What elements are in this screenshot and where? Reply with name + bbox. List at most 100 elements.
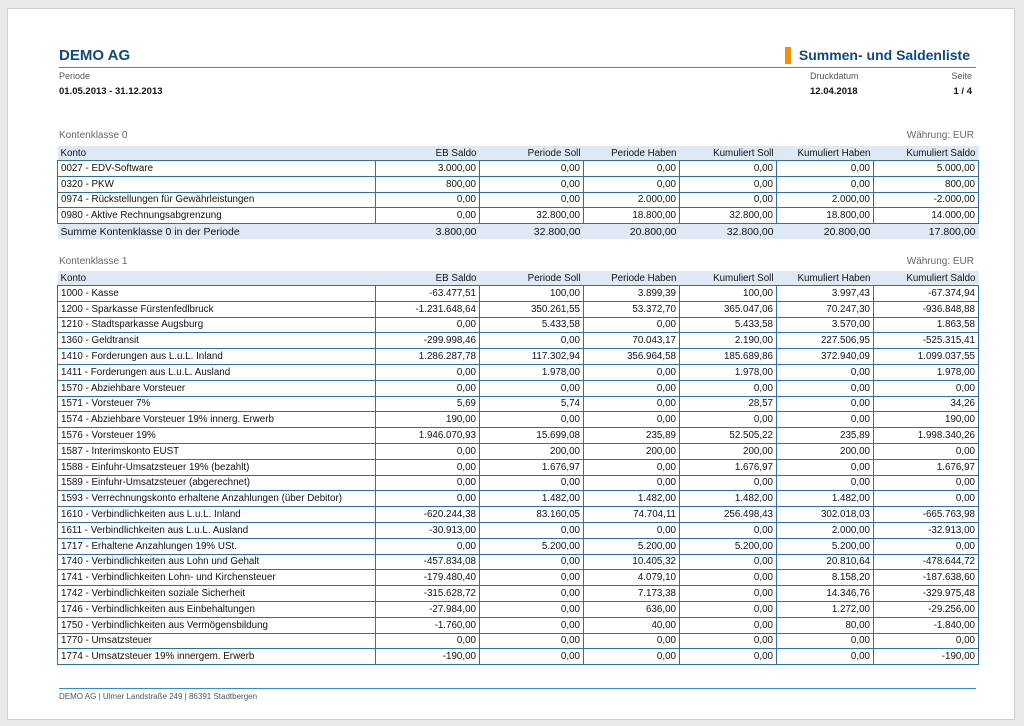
amount-cell: 0,00 — [479, 632, 584, 650]
amount-cell: 0,00 — [479, 332, 584, 350]
column-header: Periode Soll — [479, 146, 584, 161]
amount-cell: 1.482,00 — [776, 490, 874, 508]
amount-cell: 0,00 — [583, 474, 680, 492]
amount-cell: 200,00 — [679, 442, 777, 460]
amount-cell: 0,00 — [679, 474, 777, 492]
amount-cell: 190,00 — [375, 411, 480, 429]
amount-cell: 8.158,20 — [776, 569, 874, 587]
amount-cell: 0,00 — [776, 363, 874, 381]
account-name-cell: 1593 - Verrechnungskonto erhaltene Anzah… — [57, 490, 376, 508]
amount-cell: 0,00 — [479, 569, 584, 587]
amount-cell: 0,00 — [375, 490, 480, 508]
amount-cell: 235,89 — [583, 427, 680, 444]
amount-cell: -329.975,48 — [873, 585, 979, 602]
amount-cell: 70.247,30 — [776, 300, 874, 318]
amount-cell: 350.261,55 — [479, 300, 584, 318]
amount-cell: 0,00 — [679, 616, 777, 634]
amount-cell: 372.940,09 — [776, 348, 874, 365]
amount-cell: -187.638,60 — [873, 569, 979, 587]
amount-cell: 0,00 — [776, 379, 874, 397]
table-header-row: Konto EB Saldo Periode Soll Periode Haben Ku… — [57, 146, 979, 161]
amount-cell: 0,00 — [776, 474, 874, 492]
accounts-table-kontenklasse-0: Konto EB Saldo Periode Soll Periode Haben Ku… — [57, 146, 979, 240]
table-row: 1587 - Interimskonto EUST 0,00 200,00 200,0… — [57, 442, 979, 460]
amount-cell: 34,26 — [873, 395, 979, 413]
amount-cell: 70.043,17 — [583, 332, 680, 350]
amount-cell: 0,00 — [776, 411, 874, 429]
amount-cell: 5.200,00 — [679, 537, 777, 555]
amount-cell: 10.405,32 — [583, 553, 680, 571]
amount-cell: 100,00 — [679, 285, 777, 302]
report-page: DEMO AG Summen- und Saldenliste Periode … — [7, 8, 1015, 720]
amount-cell: 0,00 — [776, 160, 874, 177]
account-name-cell: 0974 - Rückstellungen für Gewährleistung… — [57, 191, 376, 209]
table-row: 1750 - Verbindlichkeiten aus Vermögensbi… — [57, 616, 979, 634]
table-row: 0974 - Rückstellungen für Gewährleistung… — [57, 191, 979, 209]
amount-cell: 0,00 — [375, 316, 480, 334]
column-header: Kumuliert Soll — [679, 271, 777, 286]
amount-cell: 200,00 — [776, 442, 874, 460]
amount-cell: 302.018,03 — [776, 506, 874, 523]
amount-cell: -1.760,00 — [375, 616, 480, 634]
amount-cell: 1.286.287,78 — [375, 348, 480, 365]
sum-amount-cell: 3.800,00 — [375, 223, 480, 240]
sum-amount-cell: 17.800,00 — [873, 223, 979, 240]
amount-cell: 53.372,70 — [583, 300, 680, 318]
amount-cell: 1.482,00 — [583, 490, 680, 508]
table-row: 1593 - Verrechnungskonto erhaltene Anzah… — [57, 490, 979, 508]
amount-cell: 5.433,58 — [679, 316, 777, 334]
accounts-table-kontenklasse-1: Konto EB Saldo Periode Soll Periode Haben Ku… — [57, 271, 979, 666]
account-name-cell: 1746 - Verbindlichkeiten aus Einbehaltun… — [57, 600, 376, 618]
amount-cell: 0,00 — [375, 207, 480, 225]
amount-cell: 0,00 — [583, 458, 680, 476]
amount-cell: -190,00 — [375, 648, 480, 666]
column-header: Konto — [57, 271, 376, 286]
sum-amount-cell: 32.800,00 — [679, 223, 777, 240]
amount-cell: 0,00 — [873, 537, 979, 555]
amount-cell: 0,00 — [776, 632, 874, 650]
account-name-cell: 1410 - Forderungen aus L.u.L. Inland — [57, 348, 376, 365]
period-value: 01.05.2013 - 31.12.2013 — [59, 86, 163, 97]
amount-cell: 0,00 — [583, 160, 680, 177]
amount-cell: 2.190,00 — [679, 332, 777, 350]
amount-cell: 40,00 — [583, 616, 680, 634]
account-name-cell: 1360 - Geldtransit — [57, 332, 376, 350]
amount-cell: 5.200,00 — [776, 537, 874, 555]
amount-cell: 0,00 — [679, 553, 777, 571]
table-row: 1360 - Geldtransit -299.998,46 0,00 70.043,… — [57, 332, 979, 350]
amount-cell: 0,00 — [375, 474, 480, 492]
amount-cell: 5.200,00 — [479, 537, 584, 555]
table-row: 1717 - Erhaltene Anzahlungen 19% USt. 0,0… — [57, 537, 979, 555]
amount-cell: 0,00 — [776, 458, 874, 476]
account-name-cell: 0980 - Aktive Rechnungsabgrenzung — [57, 207, 376, 225]
amount-cell: 1.676,97 — [873, 458, 979, 476]
amount-cell: 83.160,05 — [479, 506, 584, 523]
account-name-cell: 1589 - Einfuhr-Umsatzsteuer (abgerechnet… — [57, 474, 376, 492]
section-title-kontenklasse-0: Kontenklasse 0 — [59, 130, 128, 141]
column-header: Kumuliert Soll — [679, 146, 777, 161]
amount-cell: -63.477,51 — [375, 285, 480, 302]
amount-cell: 0,00 — [679, 411, 777, 429]
footer-divider — [59, 688, 976, 689]
amount-cell: 2.000,00 — [583, 191, 680, 209]
amount-cell: 1.482,00 — [479, 490, 584, 508]
amount-cell: 28,57 — [679, 395, 777, 413]
amount-cell: -67.374,94 — [873, 285, 979, 302]
account-name-cell: 1200 - Sparkasse Fürstenfedlbruck — [57, 300, 376, 318]
amount-cell: -190,00 — [873, 648, 979, 666]
currency-label: Währung: EUR — [906, 256, 974, 267]
sum-label-cell: Summe Kontenklasse 0 in der Periode — [57, 223, 376, 240]
amount-cell: 4.079,10 — [583, 569, 680, 587]
print-date-label: Druckdatum — [810, 71, 859, 81]
account-name-cell: 1717 - Erhaltene Anzahlungen 19% USt. — [57, 537, 376, 555]
amount-cell: 18.800,00 — [776, 207, 874, 225]
amount-cell: 0,00 — [479, 521, 584, 539]
account-name-cell: 1774 - Umsatzsteuer 19% innergem. Erwerb — [57, 648, 376, 666]
amount-cell: 5.200,00 — [583, 537, 680, 555]
amount-cell: 5.000,00 — [873, 160, 979, 177]
amount-cell: 200,00 — [479, 442, 584, 460]
amount-cell: 0,00 — [873, 490, 979, 508]
company-name: DEMO AG — [59, 47, 131, 64]
amount-cell: 0,00 — [479, 175, 584, 193]
amount-cell: 74.704,11 — [583, 506, 680, 523]
